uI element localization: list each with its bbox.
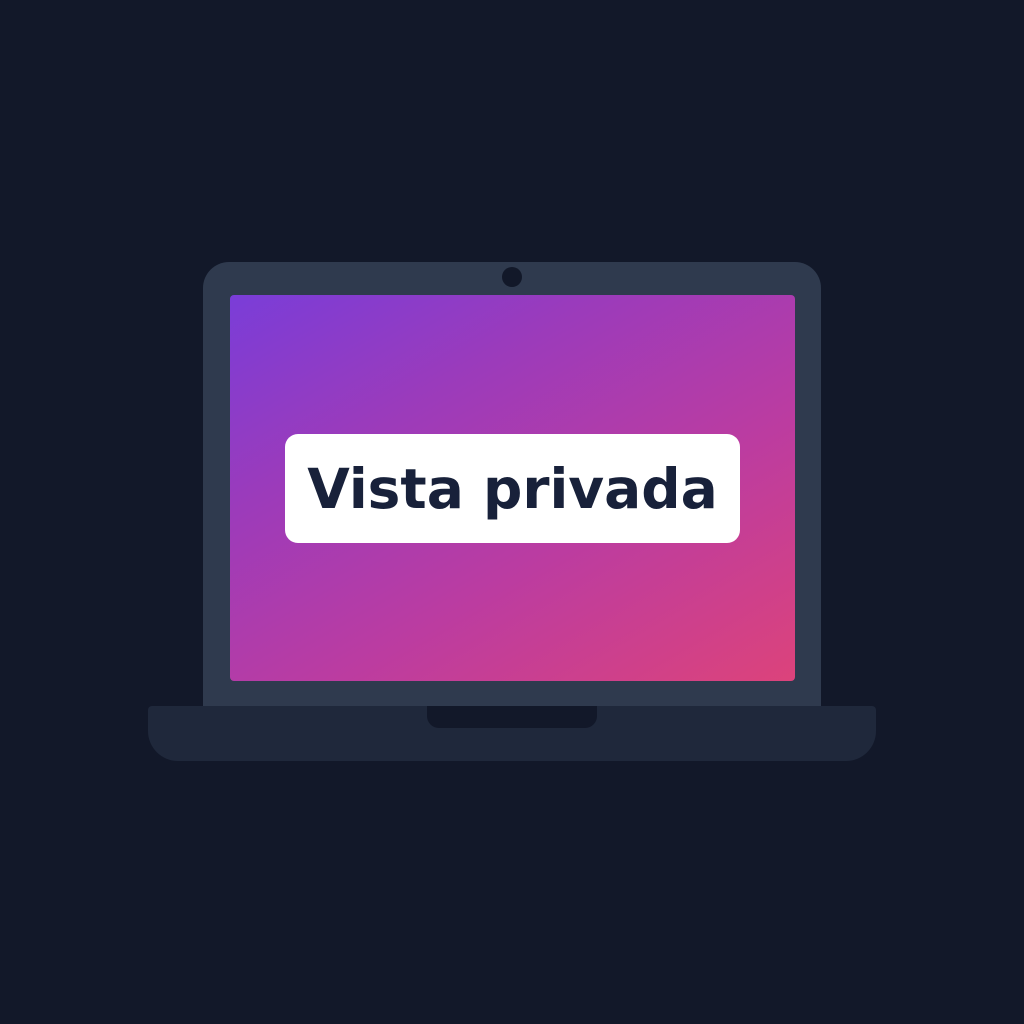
private-view-label: Vista privada	[307, 456, 718, 521]
private-view-label-box: Vista privada	[285, 434, 740, 543]
webcam-icon	[502, 267, 522, 287]
laptop-opening-notch	[427, 706, 597, 728]
laptop-base	[148, 706, 876, 761]
laptop-screen: Vista privada	[230, 295, 795, 681]
laptop-lid: Vista privada	[203, 262, 821, 710]
